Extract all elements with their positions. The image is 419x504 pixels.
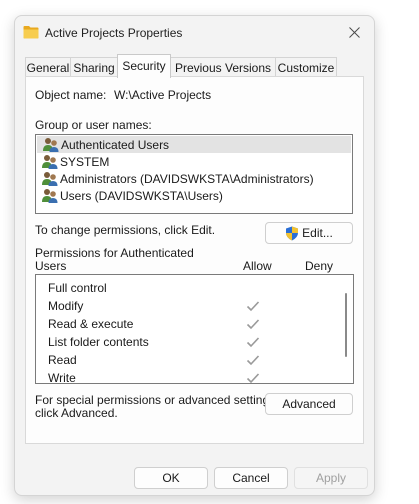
group-name: Authenticated Users <box>61 137 170 152</box>
permissions-header: Permissions for Authenticated <box>35 246 194 260</box>
scrollbar-thumb[interactable] <box>345 293 347 357</box>
tab-label: General <box>26 61 70 75</box>
close-icon <box>348 26 360 38</box>
advanced-button-label: Advanced <box>282 397 336 411</box>
change-permissions-hint: To change permissions, click Edit. <box>35 223 216 237</box>
title-bar[interactable]: Active Projects Properties <box>15 16 374 50</box>
group-name: Administrators (DAVIDSWKSTA\Administrato… <box>60 171 314 186</box>
allow-check-icon <box>246 301 260 312</box>
window-title: Active Projects Properties <box>45 26 183 40</box>
cancel-button-label: Cancel <box>232 471 270 485</box>
permission-label: Modify <box>48 299 84 313</box>
permission-label: Read <box>48 353 77 367</box>
allow-check-icon <box>246 373 260 383</box>
ok-button[interactable]: OK <box>134 467 208 489</box>
allow-column-header: Allow <box>243 259 272 273</box>
tab-label: Security <box>122 59 166 73</box>
permissions-header-user: Users <box>35 259 67 273</box>
users-icon <box>42 155 58 169</box>
permission-label: List folder contents <box>48 335 149 349</box>
group-user-list[interactable]: Authenticated Users SYSTEM Administrator… <box>35 134 353 214</box>
allow-check-icon <box>246 319 260 330</box>
deny-column-header: Deny <box>305 259 334 273</box>
object-name-value: W:\Active Projects <box>114 88 212 102</box>
tab-label: Customize <box>277 61 335 75</box>
permission-label: Read & execute <box>48 317 134 331</box>
cancel-button[interactable]: Cancel <box>214 467 288 489</box>
list-item-administrators[interactable]: Administrators (DAVIDSWKSTA\Administrato… <box>36 170 352 187</box>
users-icon <box>43 138 59 152</box>
group-name: Users (DAVIDSWKSTA\Users) <box>60 188 223 203</box>
permissions-list[interactable]: Full control Modify Read & execute List … <box>35 274 354 384</box>
close-button[interactable] <box>334 16 374 48</box>
uac-shield-icon <box>286 226 299 240</box>
group-name: SYSTEM <box>60 154 110 169</box>
tab-label: Sharing <box>73 61 115 75</box>
advanced-hint: For special permissions or advanced sett… <box>35 393 279 407</box>
advanced-hint-line2: click Advanced. <box>35 406 118 420</box>
allow-check-icon <box>246 355 260 366</box>
allow-check-icon <box>246 337 260 348</box>
group-list-label: Group or user names: <box>35 118 152 132</box>
folder-icon <box>23 26 39 39</box>
users-icon <box>42 189 58 203</box>
advanced-button[interactable]: Advanced <box>265 393 353 415</box>
edit-button[interactable]: Edit... <box>265 222 353 244</box>
permission-row-modify: Modify <box>48 297 333 315</box>
permission-row-read-execute: Read & execute <box>48 315 333 333</box>
tab-security[interactable]: Security <box>117 54 171 78</box>
tab-previous-versions[interactable]: Previous Versions <box>170 57 276 77</box>
apply-button-label: Apply <box>315 471 347 485</box>
properties-dialog: Active Projects Properties General Shari… <box>14 15 375 496</box>
permission-row-full-control: Full control <box>48 279 333 297</box>
permission-row-list-folder-contents: List folder contents <box>48 333 333 351</box>
list-item-users[interactable]: Users (DAVIDSWKSTA\Users) <box>36 187 352 204</box>
list-item-system[interactable]: SYSTEM <box>36 153 352 170</box>
permission-label: Write <box>48 371 76 384</box>
ok-button-label: OK <box>162 471 180 485</box>
permission-label: Full control <box>48 281 107 295</box>
tab-label: Previous Versions <box>174 61 272 75</box>
tab-general[interactable]: General <box>25 57 71 77</box>
object-name-label: Object name: <box>35 88 107 102</box>
permission-row-read: Read <box>48 351 333 369</box>
tab-sharing[interactable]: Sharing <box>70 57 118 77</box>
apply-button[interactable]: Apply <box>294 467 368 489</box>
users-icon <box>42 172 58 186</box>
edit-button-label: Edit... <box>302 226 333 240</box>
list-item-authenticated-users[interactable]: Authenticated Users <box>37 136 351 153</box>
permission-row-write: Write <box>48 369 333 384</box>
tab-customize[interactable]: Customize <box>275 57 337 77</box>
